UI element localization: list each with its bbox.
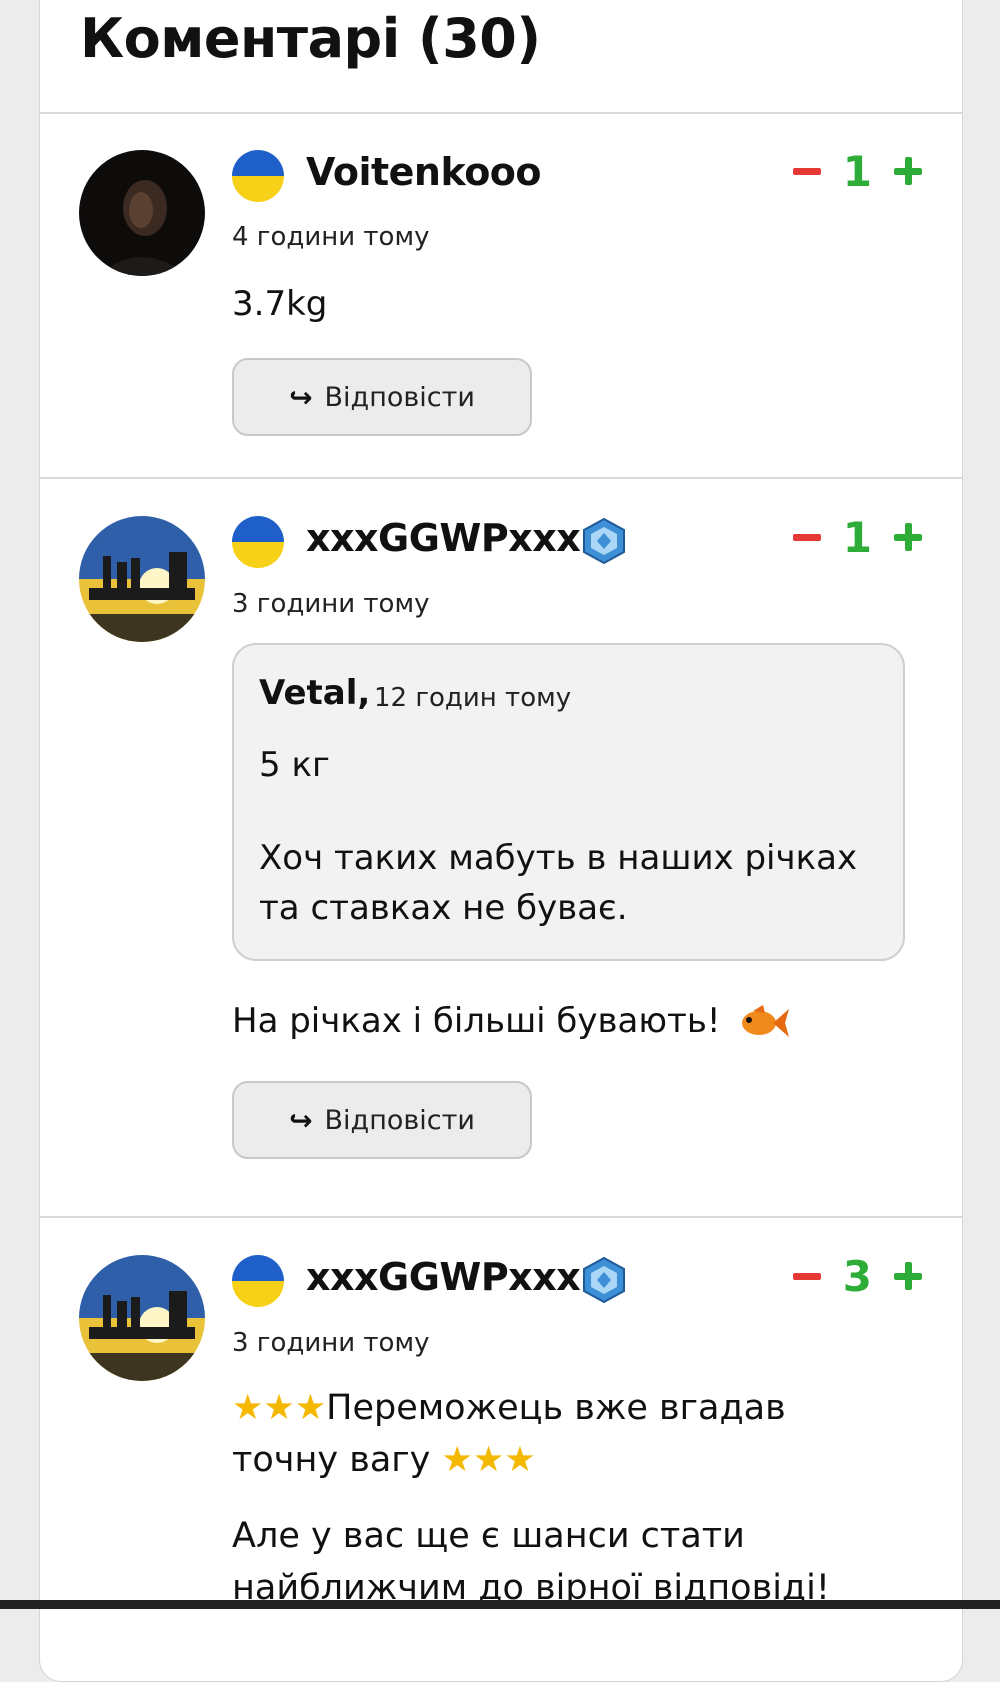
- comment-username[interactable]: xxxGGWPxxx: [306, 516, 581, 560]
- reply-arrow-icon: ↪: [289, 380, 313, 414]
- star-icon: ★★★: [441, 1440, 536, 1480]
- vote-count: 3: [842, 1251, 872, 1301]
- ukraine-flag-icon: [232, 1255, 284, 1307]
- quoted-comment: Vetal, 12 годин тому 5 кг Хоч таких мабу…: [232, 643, 905, 961]
- comment-item: xxxGGWPxxx 1 3 години тому Vetal, 12 год…: [40, 479, 962, 1218]
- comment-text: 3.7kg: [232, 284, 328, 324]
- avatar[interactable]: [79, 516, 205, 642]
- comment-time: 4 години тому: [232, 222, 430, 252]
- reply-arrow-icon: ↪: [289, 1103, 313, 1137]
- ukraine-flag-icon: [232, 516, 284, 568]
- quote-author: Vetal,: [259, 673, 371, 713]
- vote-count: 1: [842, 512, 872, 562]
- reply-label: Відповісти: [324, 381, 475, 413]
- vote-minus-icon[interactable]: [792, 1272, 821, 1280]
- reply-button[interactable]: ↪ Відповісти: [232, 1081, 532, 1159]
- comments-title: Коментарі (30): [80, 7, 541, 70]
- comments-card: Коментарі (30) Voitenkooo 1 4 години том…: [39, 0, 963, 1682]
- quote-time: 12 годин тому: [374, 683, 572, 713]
- vote-plus-icon[interactable]: [894, 1262, 922, 1290]
- comment-username[interactable]: xxxGGWPxxx: [306, 1255, 581, 1299]
- goldfish-icon: [742, 1004, 790, 1037]
- comment-item: Voitenkooo 1 4 години тому 3.7kg ↪ Відпо…: [40, 114, 962, 479]
- vote-minus-icon[interactable]: [792, 533, 821, 541]
- vote-plus-icon[interactable]: [894, 157, 922, 185]
- system-nav-bar: [0, 1600, 1000, 1609]
- reply-label: Відповісти: [324, 1104, 475, 1136]
- star-icon: ★★★: [232, 1388, 327, 1428]
- avatar[interactable]: [79, 1255, 205, 1381]
- avatar[interactable]: [79, 150, 205, 276]
- vote-plus-icon[interactable]: [894, 523, 922, 551]
- comments-header: Коментарі (30): [40, 0, 962, 114]
- comment-username[interactable]: Voitenkooo: [306, 150, 542, 194]
- comment-time: 3 години тому: [232, 1328, 430, 1358]
- quote-text: 5 кг: [259, 745, 330, 785]
- vote-controls: 3: [792, 1251, 922, 1301]
- ukraine-flag-icon: [232, 150, 284, 202]
- comment-time: 3 години тому: [232, 589, 430, 619]
- rank-badge-icon: [583, 1256, 625, 1304]
- vote-minus-icon[interactable]: [792, 167, 821, 175]
- comment-text: На річках і більші бувають!: [232, 995, 922, 1047]
- reply-button[interactable]: ↪ Відповісти: [232, 358, 532, 436]
- comment-item: xxxGGWPxxx 3 3 години тому ★★★Переможець…: [40, 1218, 962, 1618]
- rank-badge-icon: [583, 517, 625, 565]
- quote-text: Хоч таких мабуть в наших річках та ставк…: [259, 838, 858, 928]
- vote-controls: 1: [792, 146, 922, 196]
- vote-count: 1: [842, 146, 872, 196]
- comment-text: ★★★Переможець вже вгадав точну вагу ★★★ …: [232, 1388, 830, 1608]
- vote-controls: 1: [792, 512, 922, 562]
